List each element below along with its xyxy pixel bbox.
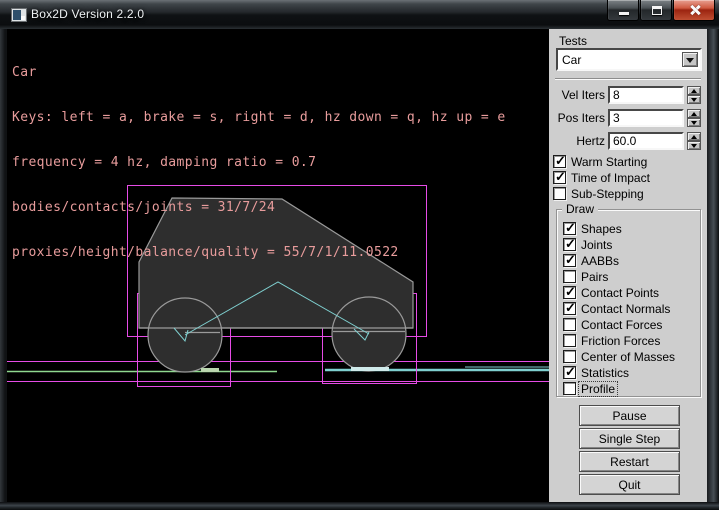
pos-iters-label: Pos Iters xyxy=(549,111,605,125)
checkbox-box[interactable] xyxy=(563,334,576,347)
checkbox-box[interactable] xyxy=(563,318,576,331)
tests-label: Tests xyxy=(559,34,587,48)
draw-groupbox: Draw Shapes Joints AABBs Pairs Contact P… xyxy=(556,209,701,397)
minimize-button[interactable] xyxy=(607,0,639,21)
info-line-frequency: frequency = 4 hz, damping ratio = 0.7 xyxy=(12,155,506,170)
checkbox-label: Sub-Stepping xyxy=(571,187,644,201)
pause-button[interactable]: Pause xyxy=(579,405,680,426)
checkbox-label: Shapes xyxy=(581,222,622,236)
spin-down-icon[interactable] xyxy=(687,118,701,127)
checkbox-box[interactable] xyxy=(563,366,576,379)
window-title: Box2D Version 2.2.0 xyxy=(31,7,144,21)
checkbox-label: Joints xyxy=(581,238,612,252)
checkbox-box[interactable] xyxy=(563,302,576,315)
checkbox-box[interactable] xyxy=(553,187,566,200)
restart-button[interactable]: Restart xyxy=(579,451,680,472)
spin-down-icon[interactable] xyxy=(687,95,701,104)
checkbox-box[interactable] xyxy=(563,270,576,283)
vel-iters-label: Vel Iters xyxy=(549,88,605,102)
hertz-spinner xyxy=(687,132,701,150)
checkbox-label: Warm Starting xyxy=(571,155,647,169)
window-controls xyxy=(607,0,716,21)
checkbox-box[interactable] xyxy=(553,155,566,168)
info-line-counts: bodies/contacts/joints = 31/7/24 xyxy=(12,200,506,215)
simulation-canvas[interactable]: Car Keys: left = a, brake = s, right = d… xyxy=(7,29,549,502)
titlebar[interactable]: Box2D Version 2.2.0 xyxy=(0,0,719,29)
box2d-testbed-window: Box2D Version 2.2.0 xyxy=(0,0,719,510)
checkbox-box[interactable] xyxy=(563,222,576,235)
checkbox-label: Center of Masses xyxy=(581,350,675,364)
checkbox-box[interactable] xyxy=(563,254,576,267)
hertz-row: Hertz xyxy=(549,132,707,150)
minimize-icon xyxy=(619,12,629,15)
window-frame-right xyxy=(707,29,719,502)
vel-iters-input[interactable] xyxy=(608,86,684,104)
checkbox-label: Statistics xyxy=(581,366,629,380)
spin-down-icon[interactable] xyxy=(687,141,701,150)
separator xyxy=(555,78,701,80)
app-icon xyxy=(11,8,27,22)
pos-iters-input[interactable] xyxy=(608,109,684,127)
checkbox-box[interactable] xyxy=(563,286,576,299)
checkbox-label: Contact Forces xyxy=(581,318,662,332)
info-line-test-name: Car xyxy=(12,65,506,80)
info-line-proxies: proxies/height/balance/quality = 55/7/1/… xyxy=(12,245,506,260)
close-icon xyxy=(690,5,700,15)
checkbox-box[interactable] xyxy=(563,350,576,363)
debug-info-text: Car Keys: left = a, brake = s, right = d… xyxy=(12,35,506,290)
pos-iters-row: Pos Iters xyxy=(549,109,707,127)
spin-up-icon[interactable] xyxy=(687,86,701,95)
checkbox-label: Contact Normals xyxy=(581,302,670,316)
hertz-input[interactable] xyxy=(608,132,684,150)
checkbox-box[interactable] xyxy=(563,382,576,395)
checkbox-label: Friction Forces xyxy=(581,334,660,348)
maximize-icon xyxy=(652,6,662,15)
window-frame-bottom xyxy=(0,502,719,510)
control-panel: Tests Car Vel Iters Pos Iters Hertz xyxy=(549,29,707,502)
checkbox-label: Pairs xyxy=(581,270,608,284)
window-frame-left xyxy=(0,29,7,502)
close-button[interactable] xyxy=(673,0,715,21)
checkbox-label: AABBs xyxy=(581,254,619,268)
maximize-button[interactable] xyxy=(640,0,672,21)
single-step-button[interactable]: Single Step xyxy=(579,428,680,449)
right-contact-mark xyxy=(351,367,389,371)
draw-group-label: Draw xyxy=(562,202,598,216)
spin-up-icon[interactable] xyxy=(687,109,701,118)
chevron-down-icon[interactable] xyxy=(682,52,698,67)
hertz-label: Hertz xyxy=(549,134,605,148)
vel-iters-row: Vel Iters xyxy=(549,86,707,104)
quit-button[interactable]: Quit xyxy=(579,474,680,495)
checkbox-box[interactable] xyxy=(563,238,576,251)
tests-dropdown[interactable]: Car xyxy=(556,48,702,71)
vel-iters-spinner xyxy=(687,86,701,104)
checkbox-box[interactable] xyxy=(553,171,566,184)
spin-up-icon[interactable] xyxy=(687,132,701,141)
tests-dropdown-value: Car xyxy=(562,53,581,67)
checkbox-label: Time of Impact xyxy=(571,171,650,185)
checkbox-label: Contact Points xyxy=(581,286,659,300)
left-contact-mark xyxy=(201,368,219,372)
pos-iters-spinner xyxy=(687,109,701,127)
checkbox-label: Profile xyxy=(579,382,617,396)
info-line-keys: Keys: left = a, brake = s, right = d, hz… xyxy=(12,110,506,125)
